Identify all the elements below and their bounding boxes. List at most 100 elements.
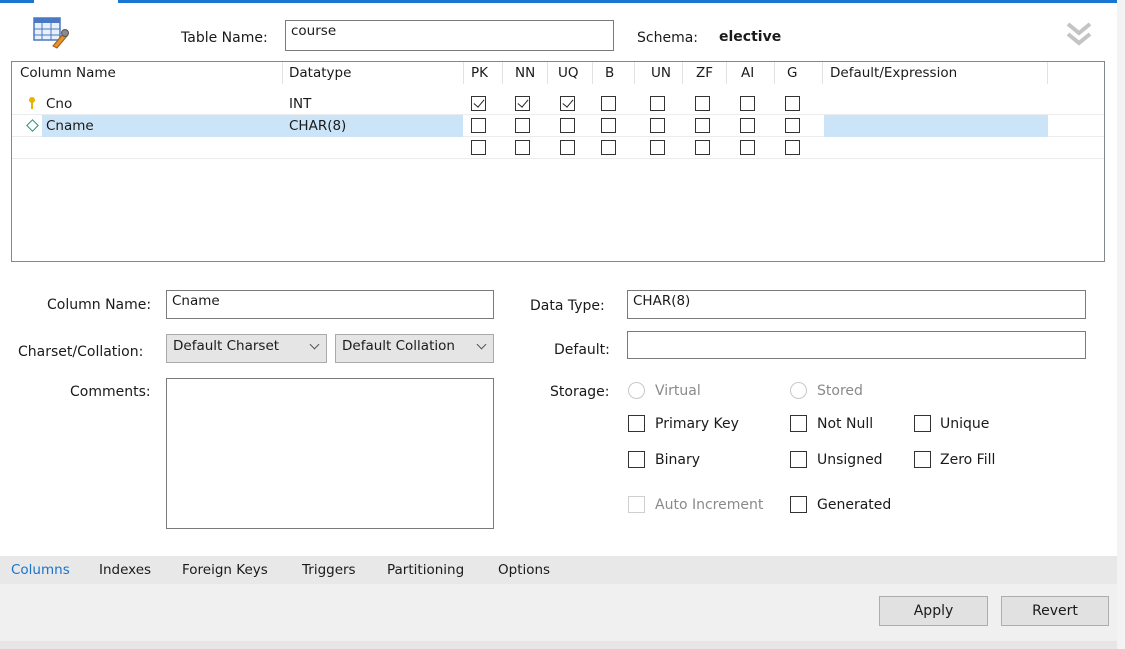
schema-value: elective xyxy=(719,29,782,45)
stored-label: Stored xyxy=(817,383,863,399)
header-datatype[interactable]: Datatype xyxy=(289,65,351,81)
grid-header: Column Name Datatype PK NN UQ B UN ZF AI… xyxy=(12,62,1104,84)
flag-un-checkbox[interactable] xyxy=(650,140,665,155)
tab-partitioning[interactable]: Partitioning xyxy=(387,562,464,578)
table-name-label: Table Name: xyxy=(181,30,268,46)
comments-textarea[interactable] xyxy=(166,378,494,529)
flag-g-checkbox[interactable] xyxy=(785,118,800,133)
flag-b-checkbox[interactable] xyxy=(601,140,616,155)
flag-g-checkbox[interactable] xyxy=(785,96,800,111)
flag-nn-checkbox[interactable] xyxy=(515,140,530,155)
flag-un-checkbox[interactable] xyxy=(650,118,665,133)
not-null-checkbox[interactable] xyxy=(790,415,807,432)
table-row[interactable]: Cno INT xyxy=(12,93,1104,115)
charset-collation-label: Charset/Collation: xyxy=(18,344,144,360)
flag-uq-checkbox[interactable] xyxy=(560,118,575,133)
comments-label: Comments: xyxy=(70,384,151,400)
flag-zf-checkbox[interactable] xyxy=(695,96,710,111)
flag-ai-checkbox[interactable] xyxy=(740,96,755,111)
flag-b-checkbox[interactable] xyxy=(601,118,616,133)
table-editor-icon xyxy=(33,17,69,49)
flag-pk-checkbox[interactable] xyxy=(471,118,486,133)
tab-foreign-keys[interactable]: Foreign Keys xyxy=(182,562,268,578)
generated-checkbox[interactable] xyxy=(790,496,807,513)
stored-radio[interactable] xyxy=(790,382,807,399)
columns-grid[interactable]: Column Name Datatype PK NN UQ B UN ZF AI… xyxy=(11,61,1105,262)
data-type-input[interactable]: CHAR(8) xyxy=(627,290,1086,319)
zero-fill-label: Zero Fill xyxy=(940,452,996,468)
default-expression-cell[interactable] xyxy=(824,115,1048,137)
column-name-label: Column Name: xyxy=(47,297,152,313)
header-column-name[interactable]: Column Name xyxy=(20,65,116,81)
footer-bar: Apply Revert xyxy=(0,584,1117,641)
header-g[interactable]: G xyxy=(787,65,797,81)
row-column-name[interactable]: Cname xyxy=(46,118,94,134)
tab-options[interactable]: Options xyxy=(498,562,550,578)
collapse-chevron-icon[interactable] xyxy=(1064,20,1094,50)
tab-indexes[interactable]: Indexes xyxy=(99,562,151,578)
unique-checkbox[interactable] xyxy=(914,415,931,432)
schema-label: Schema: xyxy=(637,30,699,46)
header-uq[interactable]: UQ xyxy=(558,65,579,81)
flag-nn-checkbox[interactable] xyxy=(515,118,530,133)
flag-ai-checkbox[interactable] xyxy=(740,118,755,133)
unique-label: Unique xyxy=(940,416,990,432)
virtual-radio[interactable] xyxy=(628,382,645,399)
window-right-edge xyxy=(1117,0,1125,649)
table-row-selected[interactable]: Cname CHAR(8) xyxy=(12,115,1104,137)
top-accent-line xyxy=(0,0,1125,3)
flag-un-checkbox[interactable] xyxy=(650,96,665,111)
row-column-name[interactable]: Cno xyxy=(46,96,72,112)
editor-tabs: Columns Indexes Foreign Keys Triggers Pa… xyxy=(0,556,1117,584)
header-un[interactable]: UN xyxy=(651,65,671,81)
auto-increment-checkbox[interactable] xyxy=(628,496,645,513)
unsigned-checkbox[interactable] xyxy=(790,451,807,468)
flag-uq-checkbox[interactable] xyxy=(560,140,575,155)
default-label: Default: xyxy=(554,342,610,358)
generated-label: Generated xyxy=(817,497,892,513)
header-b[interactable]: B xyxy=(605,65,614,81)
tab-columns[interactable]: Columns xyxy=(11,562,70,578)
flag-b-checkbox[interactable] xyxy=(601,96,616,111)
flag-zf-checkbox[interactable] xyxy=(695,140,710,155)
chevron-down-icon xyxy=(476,339,487,350)
chevron-down-icon xyxy=(309,339,320,350)
data-type-label: Data Type: xyxy=(530,298,605,314)
revert-button[interactable]: Revert xyxy=(1001,596,1109,626)
flag-zf-checkbox[interactable] xyxy=(695,118,710,133)
row-datatype[interactable]: INT xyxy=(289,96,311,112)
storage-label: Storage: xyxy=(550,384,610,400)
tab-triggers[interactable]: Triggers xyxy=(302,562,356,578)
header-pk[interactable]: PK xyxy=(471,65,488,81)
header-zf[interactable]: ZF xyxy=(696,65,713,81)
bottom-edge xyxy=(0,641,1117,649)
header-ai[interactable]: AI xyxy=(741,65,754,81)
charset-select[interactable]: Default Charset xyxy=(166,334,327,363)
apply-button[interactable]: Apply xyxy=(879,596,988,626)
primary-key-icon xyxy=(29,97,35,109)
not-null-label: Not Null xyxy=(817,416,874,432)
flag-ai-checkbox[interactable] xyxy=(740,140,755,155)
column-name-input[interactable]: Cname xyxy=(166,290,494,319)
table-row-empty[interactable] xyxy=(12,137,1104,159)
flag-pk-checkbox[interactable] xyxy=(471,96,486,111)
row-datatype[interactable]: CHAR(8) xyxy=(289,118,346,134)
flag-uq-checkbox[interactable] xyxy=(560,96,575,111)
collation-value: Default Collation xyxy=(342,338,455,354)
virtual-label: Virtual xyxy=(655,383,701,399)
flag-pk-checkbox[interactable] xyxy=(471,140,486,155)
flag-g-checkbox[interactable] xyxy=(785,140,800,155)
header-nn[interactable]: NN xyxy=(515,65,535,81)
charset-value: Default Charset xyxy=(173,338,280,354)
collation-select[interactable]: Default Collation xyxy=(335,334,494,363)
primary-key-checkbox[interactable] xyxy=(628,415,645,432)
zero-fill-checkbox[interactable] xyxy=(914,451,931,468)
flag-nn-checkbox[interactable] xyxy=(515,96,530,111)
header-default-expression[interactable]: Default/Expression xyxy=(830,65,957,81)
default-input[interactable] xyxy=(627,331,1086,359)
table-name-input[interactable]: course xyxy=(285,20,614,51)
binary-checkbox[interactable] xyxy=(628,451,645,468)
unsigned-label: Unsigned xyxy=(817,452,883,468)
auto-increment-label: Auto Increment xyxy=(655,497,764,513)
column-diamond-icon xyxy=(26,119,39,132)
